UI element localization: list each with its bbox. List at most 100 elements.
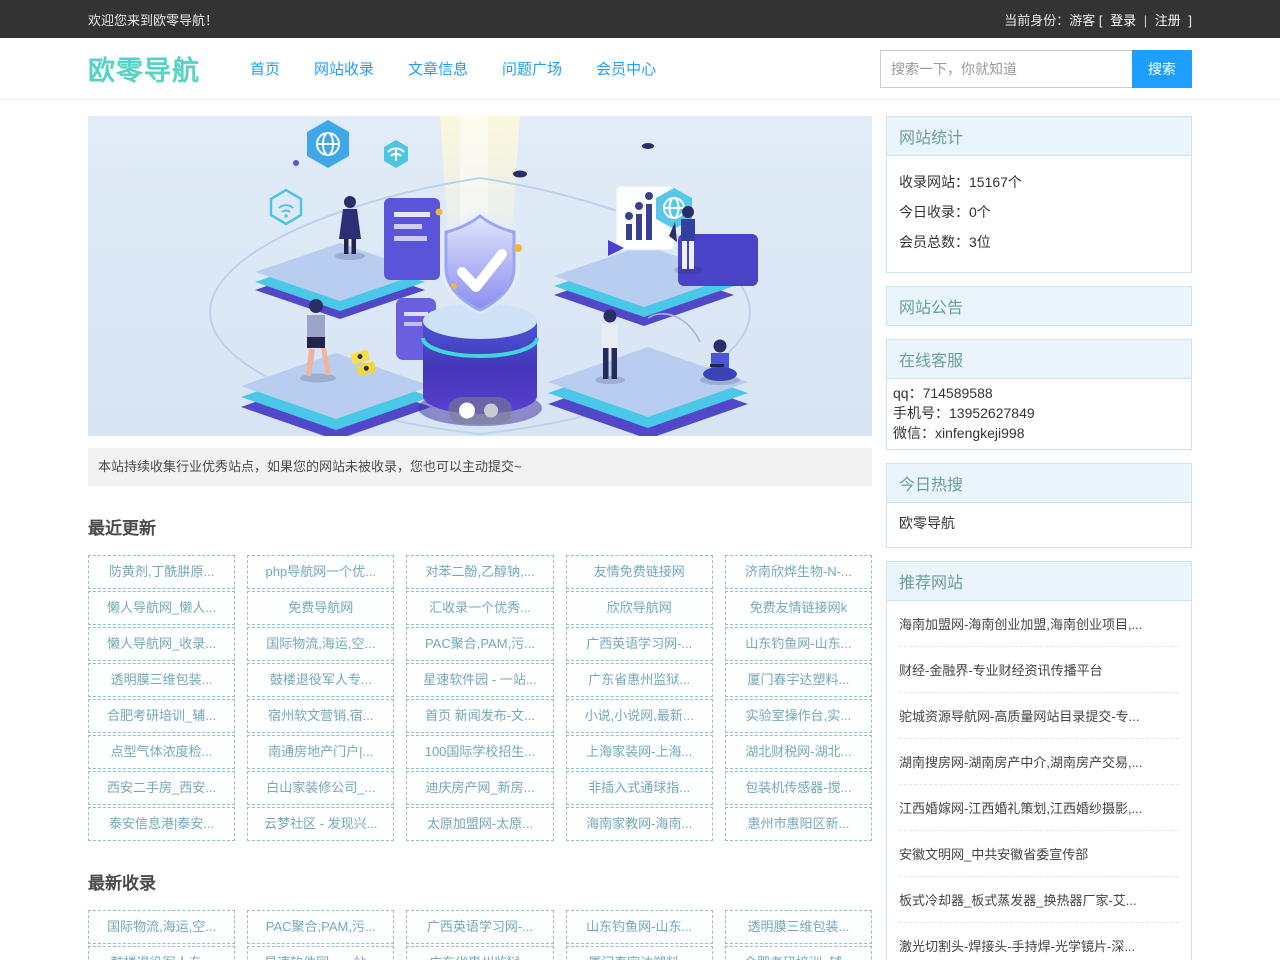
carousel-dot-active[interactable] bbox=[459, 403, 475, 419]
site-link[interactable]: 济南欣烨生物-N-... bbox=[725, 555, 872, 589]
login-link[interactable]: 登录 bbox=[1110, 13, 1136, 28]
site-link[interactable]: 透明膜三维包装... bbox=[88, 663, 235, 697]
identity-label: 当前身份：游客 [ bbox=[1004, 13, 1102, 28]
site-link[interactable]: 鼓楼退役军人专... bbox=[247, 663, 394, 697]
site-link[interactable]: 合肥考研培训_辅... bbox=[88, 699, 235, 733]
site-notice: 本站持续收集行业优秀站点，如果您的网站未被收录，您也可以主动提交~ bbox=[88, 448, 872, 486]
search-input[interactable] bbox=[880, 50, 1132, 88]
recommended-sites-title: 推荐网站 bbox=[887, 562, 1191, 601]
recommended-sites-panel: 推荐网站 海南加盟网-海南创业加盟,海南创业项目,...财经-金融界-专业财经资… bbox=[886, 561, 1192, 960]
nav-member-center[interactable]: 会员中心 bbox=[596, 58, 656, 79]
recommended-site-link[interactable]: 安徽文明网_中共安徽省委宣传部 bbox=[899, 831, 1179, 877]
recommended-site-link[interactable]: 财经-金融界-专业财经资讯传播平台 bbox=[899, 647, 1179, 693]
recommended-site-link[interactable]: 江西婚嫁网-江西婚礼策划,江西婚纱摄影,... bbox=[899, 785, 1179, 831]
site-link[interactable]: 透明膜三维包装... bbox=[725, 910, 872, 944]
site-link[interactable]: 懒人导航网_懒人... bbox=[88, 591, 235, 625]
site-link[interactable]: 太原加盟网-太原... bbox=[406, 807, 553, 841]
site-link[interactable]: 友情免费链接网 bbox=[566, 555, 713, 589]
site-link[interactable]: 南通房地产门户|... bbox=[247, 735, 394, 769]
site-link[interactable]: 厦门春宇达塑料... bbox=[566, 946, 713, 960]
hot-search-item[interactable]: 欧零导航 bbox=[899, 505, 1179, 537]
carousel-indicator[interactable] bbox=[448, 397, 512, 424]
topbar: 欢迎您来到欧零导航！ 当前身份：游客 [ 登录 | 注册 ] bbox=[0, 0, 1280, 38]
service-contact-line: 手机号：13952627849 bbox=[893, 403, 1185, 423]
site-link[interactable]: 非插入式通球指... bbox=[566, 771, 713, 805]
site-link[interactable]: 包装机传感器-搅... bbox=[725, 771, 872, 805]
site-link[interactable]: 点型气体浓度检... bbox=[88, 735, 235, 769]
nav-home[interactable]: 首页 bbox=[250, 58, 280, 79]
hero-carousel[interactable] bbox=[88, 116, 872, 436]
login-register-separator: | bbox=[1144, 13, 1147, 28]
recommended-site-link[interactable]: 板式冷却器_板式蒸发器_换热器厂家-艾... bbox=[899, 877, 1179, 923]
nav-question-plaza[interactable]: 问题广场 bbox=[502, 58, 562, 79]
announcement-panel: 网站公告 bbox=[886, 286, 1192, 326]
site-link[interactable]: 上海家装网-上海... bbox=[566, 735, 713, 769]
deco-dot bbox=[293, 160, 299, 166]
recent-updates-grid: 防黄剂,丁酰肼原... php导航网一个优... 对苯二酚,乙醇钠,... 友情免费链… bbox=[88, 555, 872, 841]
main-nav: 首页 网站收录 文章信息 问题广场 会员中心 bbox=[250, 58, 880, 79]
site-link[interactable]: PAC聚合,PAM,污... bbox=[247, 910, 394, 944]
welcome-text: 欢迎您来到欧零导航！ bbox=[88, 10, 218, 29]
site-link[interactable]: 实验室操作台,实... bbox=[725, 699, 872, 733]
recommended-site-link[interactable]: 驼城资源导航网-高质量网站目录提交-专... bbox=[899, 693, 1179, 739]
deco-drone bbox=[513, 171, 527, 178]
site-link[interactable]: php导航网一个优... bbox=[247, 555, 394, 589]
site-link[interactable]: 迪庆房产网_新房... bbox=[406, 771, 553, 805]
identity-suffix: ] bbox=[1188, 13, 1192, 28]
site-link[interactable]: 山东钓鱼网-山东... bbox=[725, 627, 872, 661]
site-link[interactable]: 合肥考研培训_辅... bbox=[725, 946, 872, 960]
site-link[interactable]: PAC聚合,PAM,污... bbox=[406, 627, 553, 661]
hot-search-title: 今日热搜 bbox=[887, 464, 1191, 503]
deco-coin bbox=[514, 244, 522, 252]
site-link[interactable]: 懒人导航网_收录... bbox=[88, 627, 235, 661]
site-link[interactable]: 厦门春宇达塑料... bbox=[725, 663, 872, 697]
site-link[interactable]: 湖北财税网-湖北... bbox=[725, 735, 872, 769]
recommended-site-link[interactable]: 激光切割头-焊接头-手持焊-光学镜片-深... bbox=[899, 923, 1179, 960]
site-link[interactable]: 鼓楼退役军人专... bbox=[88, 946, 235, 960]
site-link[interactable]: 欣欣导航网 bbox=[566, 591, 713, 625]
site-link[interactable]: 广西英语学习网-... bbox=[566, 627, 713, 661]
site-link[interactable]: 宿州软文营销,宿... bbox=[247, 699, 394, 733]
register-link[interactable]: 注册 bbox=[1155, 13, 1181, 28]
carousel-dot[interactable] bbox=[484, 404, 498, 418]
site-logo[interactable]: 欧零导航 bbox=[88, 49, 200, 88]
search-button[interactable]: 搜索 bbox=[1132, 50, 1192, 88]
site-link[interactable]: 惠州市惠阳区新... bbox=[725, 807, 872, 841]
recent-updates-title: 最近更新 bbox=[88, 514, 872, 539]
stat-line: 今日收录：0个 bbox=[899, 202, 1179, 222]
deco-coin bbox=[436, 209, 443, 216]
site-link[interactable]: 泰安信息港|泰安... bbox=[88, 807, 235, 841]
site-link[interactable]: 广东省惠州监狱... bbox=[406, 946, 553, 960]
site-link[interactable]: 对苯二酚,乙醇钠,... bbox=[406, 555, 553, 589]
site-link[interactable]: 小说,小说网,最新... bbox=[566, 699, 713, 733]
recommended-site-link[interactable]: 海南加盟网-海南创业加盟,海南创业项目,... bbox=[899, 601, 1179, 647]
site-link[interactable]: 首页 新闻发布-文... bbox=[406, 699, 553, 733]
site-link[interactable]: 免费友情链接网k bbox=[725, 591, 872, 625]
site-link[interactable]: 星速软件园 - 一站... bbox=[247, 946, 394, 960]
latest-included-title: 最新收录 bbox=[88, 869, 872, 894]
site-link[interactable]: 山东钓鱼网-山东... bbox=[566, 910, 713, 944]
site-link[interactable]: 广东省惠州监狱... bbox=[566, 663, 713, 697]
site-link[interactable]: 汇收录一个优秀... bbox=[406, 591, 553, 625]
site-link[interactable]: 白山家装修公司_... bbox=[247, 771, 394, 805]
recommended-site-link[interactable]: 湖南搜房网-湖南房产中介,湖南房产交易,... bbox=[899, 739, 1179, 785]
site-link[interactable]: 海南家教网-海南... bbox=[566, 807, 713, 841]
site-link[interactable]: 西安二手房_西安... bbox=[88, 771, 235, 805]
site-link[interactable]: 广西英语学习网-... bbox=[406, 910, 553, 944]
site-link[interactable]: 星速软件园 - 一站... bbox=[406, 663, 553, 697]
nav-article-info[interactable]: 文章信息 bbox=[408, 58, 468, 79]
service-contact-line: 微信：xinfengkeji998 bbox=[893, 423, 1185, 443]
site-link[interactable]: 国际物流,海运,空... bbox=[247, 627, 394, 661]
header: 欧零导航 首页 网站收录 文章信息 问题广场 会员中心 搜索 bbox=[0, 38, 1280, 100]
stats-panel: 网站统计 收录网站：15167个今日收录：0个会员总数：3位 bbox=[886, 116, 1192, 273]
service-contact-line: qq：714589588 bbox=[893, 383, 1185, 403]
site-link[interactable]: 免费导航网 bbox=[247, 591, 394, 625]
screen-card-top-left bbox=[384, 198, 440, 280]
site-link[interactable]: 防黄剂,丁酰肼原... bbox=[88, 555, 235, 589]
deco-drone bbox=[642, 143, 654, 149]
search-form: 搜索 bbox=[880, 50, 1192, 88]
nav-site-inclusion[interactable]: 网站收录 bbox=[314, 58, 374, 79]
site-link[interactable]: 国际物流,海运,空... bbox=[88, 910, 235, 944]
site-link[interactable]: 100国际学校招生... bbox=[406, 735, 553, 769]
site-link[interactable]: 云梦社区 - 发现兴... bbox=[247, 807, 394, 841]
